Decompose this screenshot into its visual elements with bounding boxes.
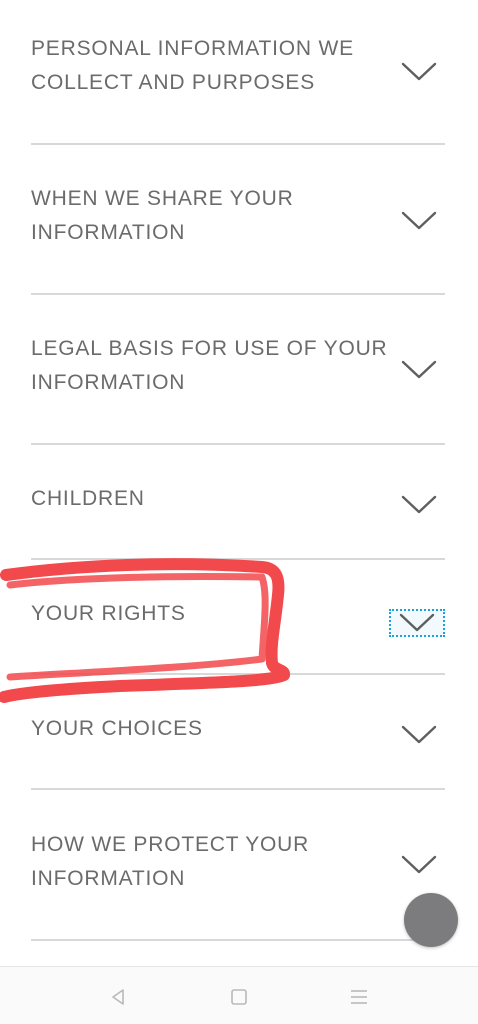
section-title: YOUR RIGHTS <box>31 602 186 625</box>
section-title: YOUR CHOICES <box>31 717 203 740</box>
divider <box>31 558 445 560</box>
chevron-down-icon[interactable] <box>401 210 437 232</box>
section-your-choices[interactable]: YOUR CHOICES <box>31 712 445 762</box>
section-personal-information[interactable]: PERSONAL INFORMATION WE COLLECT AND PURP… <box>31 32 445 112</box>
section-title: HOW WE PROTECT YOUR INFORMATION <box>31 833 310 890</box>
divider <box>31 293 445 295</box>
back-triangle-icon[interactable] <box>107 986 129 1008</box>
divider <box>31 673 445 675</box>
section-when-we-share[interactable]: WHEN WE SHARE YOUR INFORMATION <box>31 182 445 262</box>
section-how-we-protect[interactable]: HOW WE PROTECT YOUR INFORMATION <box>31 828 445 908</box>
chevron-down-icon[interactable] <box>401 724 437 746</box>
section-title: WHEN WE SHARE YOUR INFORMATION <box>31 187 294 244</box>
divider <box>31 788 445 790</box>
section-your-rights[interactable]: YOUR RIGHTS <box>31 597 445 647</box>
chevron-down-icon[interactable] <box>401 61 437 83</box>
section-title: PERSONAL INFORMATION WE COLLECT AND PURP… <box>31 37 354 94</box>
system-navigation-bar <box>0 966 478 1024</box>
home-square-icon[interactable] <box>228 986 250 1008</box>
menu-lines-icon[interactable] <box>348 986 370 1008</box>
chevron-down-icon[interactable] <box>401 359 437 381</box>
section-legal-basis[interactable]: LEGAL BASIS FOR USE OF YOUR INFORMATION <box>31 332 445 412</box>
chevron-down-icon[interactable] <box>389 609 445 637</box>
divider <box>31 443 445 445</box>
section-title: CHILDREN <box>31 487 145 510</box>
chevron-down-icon[interactable] <box>401 854 437 876</box>
floating-assistive-button[interactable] <box>404 893 458 947</box>
chevron-down-icon[interactable] <box>401 494 437 516</box>
section-children[interactable]: CHILDREN <box>31 482 445 532</box>
section-title: LEGAL BASIS FOR USE OF YOUR INFORMATION <box>31 337 388 394</box>
divider <box>31 143 445 145</box>
divider <box>31 939 445 941</box>
